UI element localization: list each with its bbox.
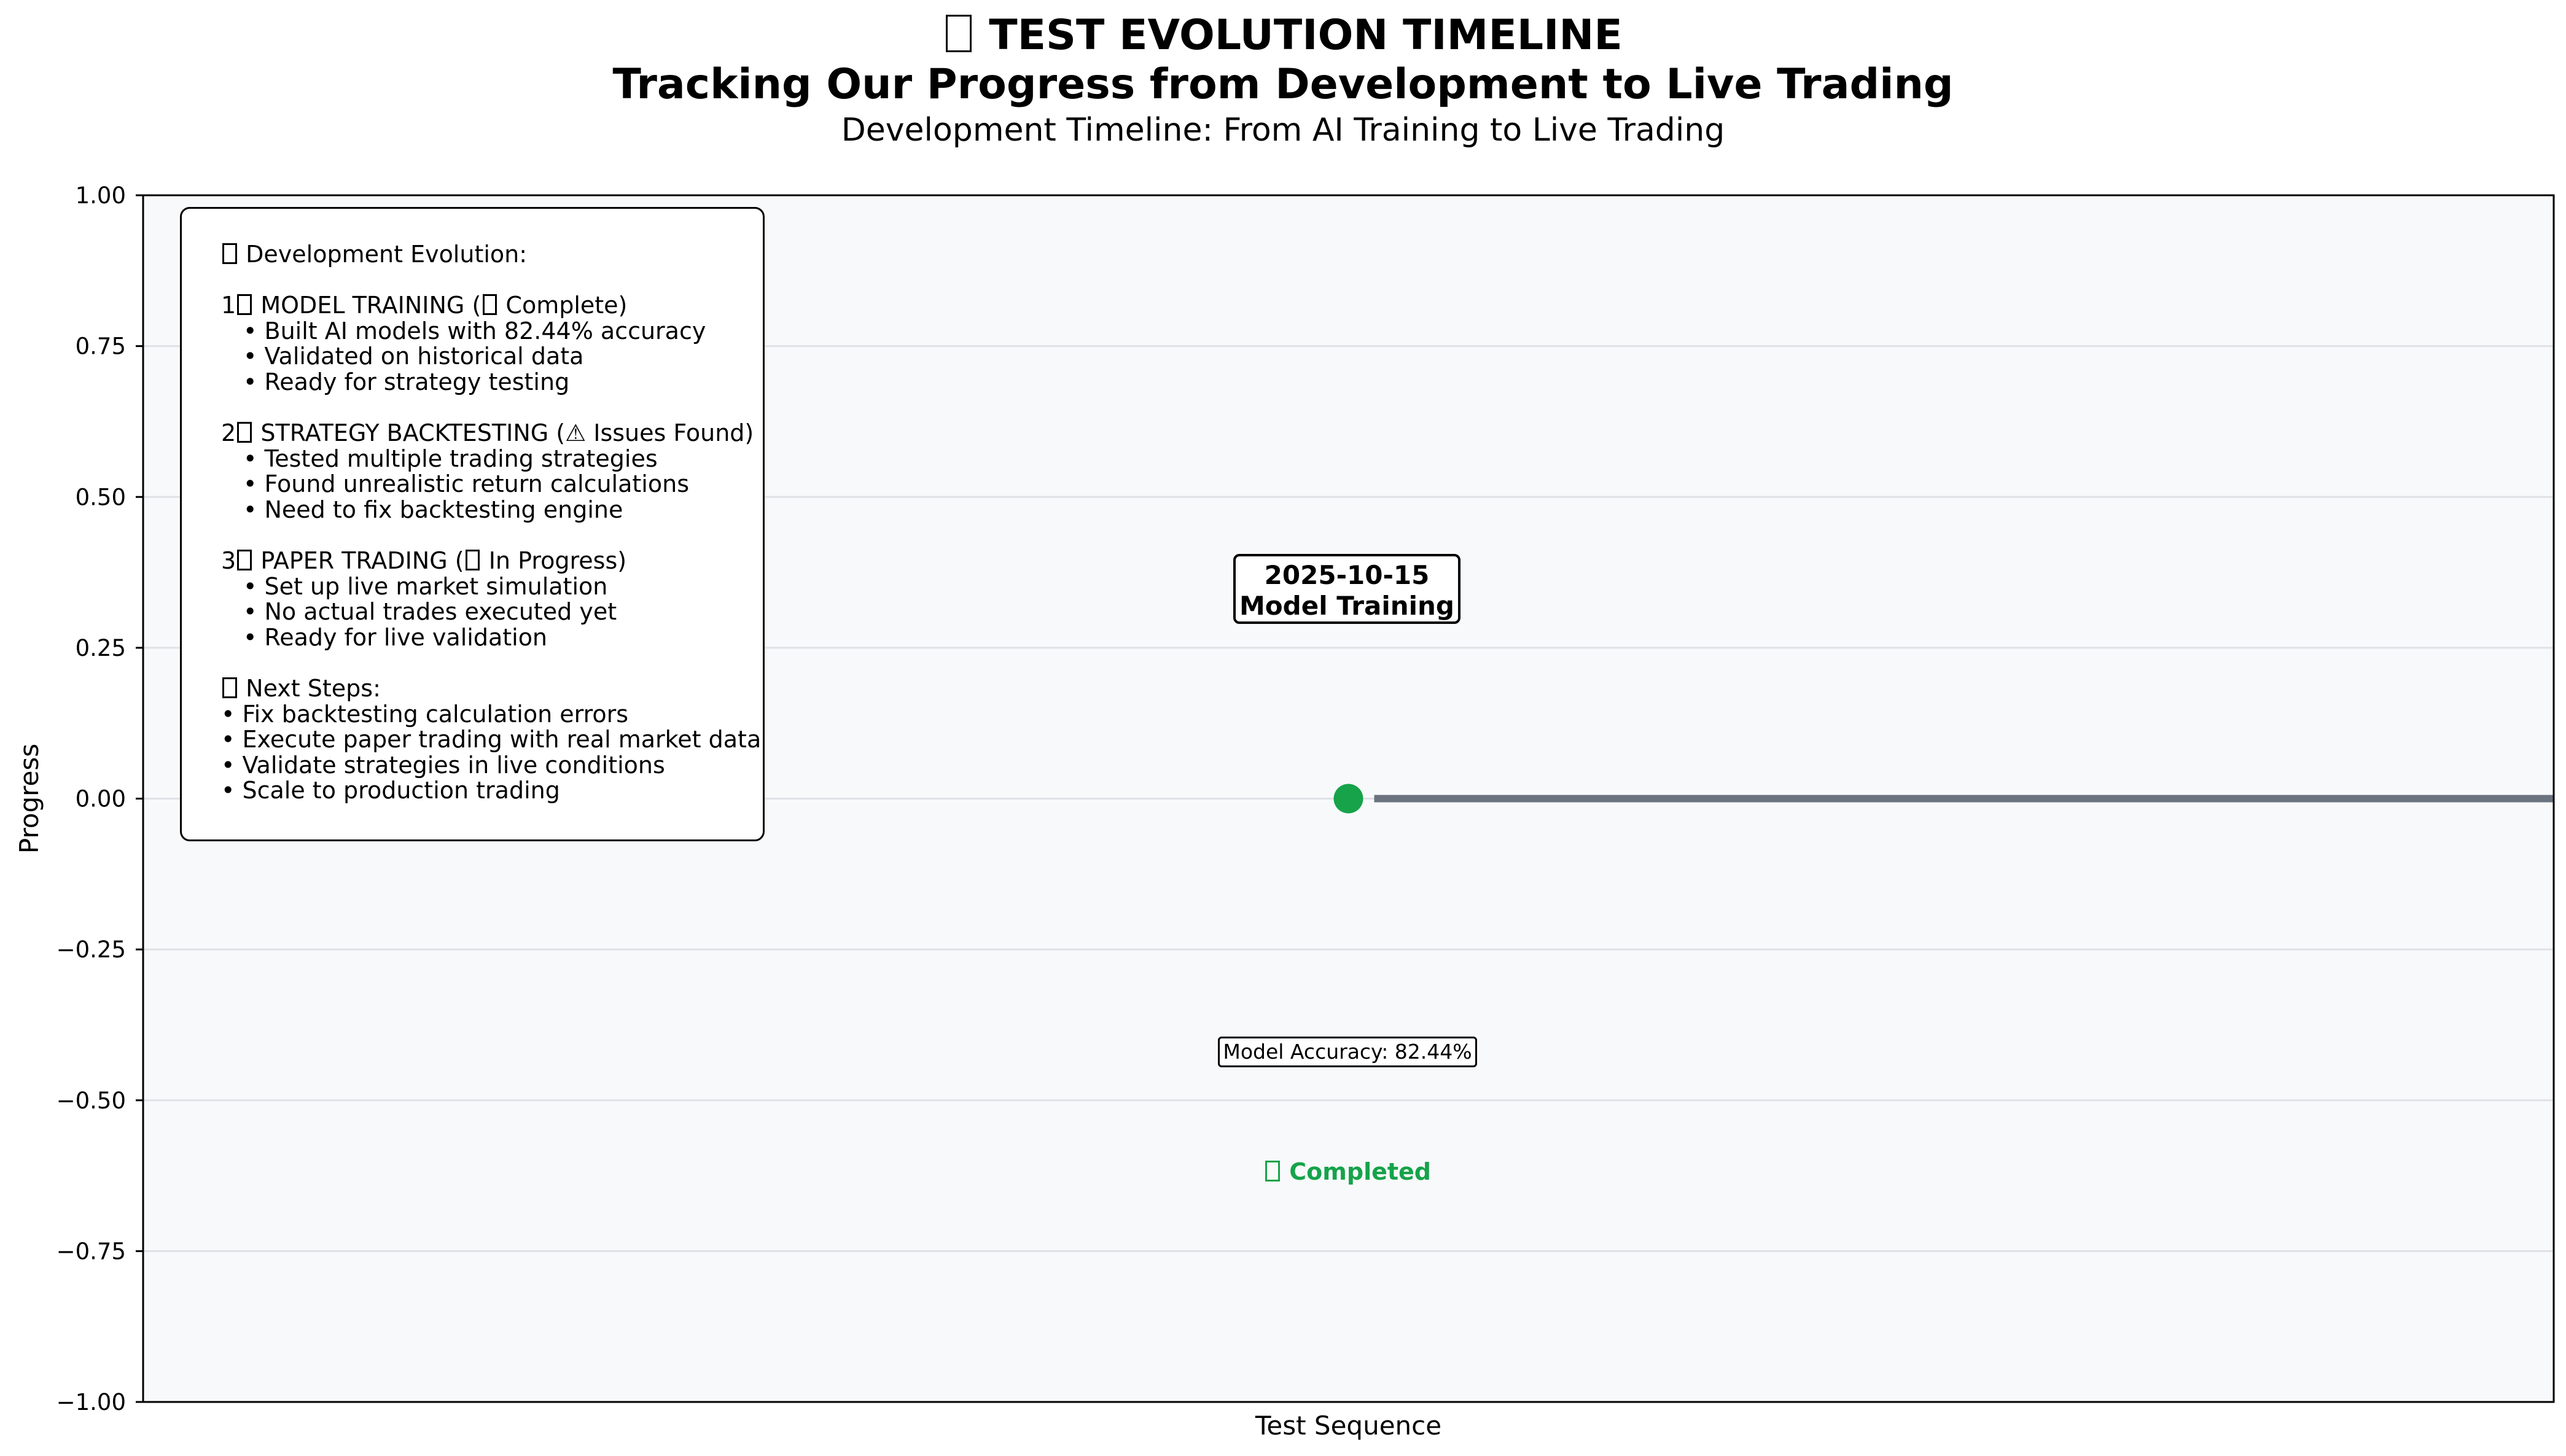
y-tick-label: 0.75 xyxy=(76,333,126,360)
development-evolution-box: Development Evolution: 1 MODEL TRAINING (… xyxy=(180,207,765,841)
y-tick-label: −0.75 xyxy=(57,1238,126,1264)
status-emoji-icon xyxy=(1265,1160,1280,1182)
info-line: • Validate strategies in live conditions xyxy=(221,751,665,779)
info-line: • Built AI models with 82.44% accuracy xyxy=(243,317,706,345)
info-line: • Tested multiple trading strategies xyxy=(243,445,658,472)
info-line: • No actual trades executed yet xyxy=(243,598,617,626)
status-text: Completed xyxy=(1289,1158,1432,1185)
milestone-date: 2025-10-15 xyxy=(1264,560,1430,590)
y-tick-label: −0.50 xyxy=(57,1088,126,1114)
y-tick-label: −0.25 xyxy=(57,936,126,963)
y-axis-ticks: 1.00 0.75 0.50 0.25 0.00 −0.25 −0.50 −0.75 −1.00 xyxy=(57,182,143,1415)
info-gap xyxy=(221,268,763,294)
emoji-icon xyxy=(465,549,480,571)
emoji-icon xyxy=(237,294,252,316)
info-line: • Ready for strategy testing xyxy=(243,368,570,395)
info-line: 2 STRATEGY BACKTESTING (⚠ Issues Found) xyxy=(221,419,754,447)
info-line: • Ready for live validation xyxy=(243,623,548,651)
info-line: • Fix backtesting calculation errors xyxy=(221,700,629,728)
milestone-phase: Model Training xyxy=(1239,591,1454,621)
y-tick-label: −1.00 xyxy=(57,1389,126,1415)
emoji-icon xyxy=(237,422,252,443)
status-annotation: Completed xyxy=(1163,1157,1532,1186)
info-line: • Need to fix backtesting engine xyxy=(243,496,623,523)
info-line: • Found unrealistic return calculations xyxy=(243,470,689,498)
info-gap xyxy=(221,395,763,421)
info-line: Development Evolution: xyxy=(221,241,763,268)
info-gap xyxy=(221,651,763,677)
x-axis-label: Test Sequence xyxy=(1255,1411,1441,1441)
info-line: Next Steps: xyxy=(221,675,763,702)
info-line: 3 PAPER TRADING ( In Progress) xyxy=(221,547,627,575)
y-tick-label: 0.50 xyxy=(76,484,126,510)
info-line: • Execute paper trading with real market… xyxy=(221,726,762,753)
emoji-icon xyxy=(482,294,497,316)
info-line: 1 MODEL TRAINING ( Complete) xyxy=(221,292,628,319)
y-axis-label: Progress xyxy=(14,744,44,854)
y-tick-label: 0.00 xyxy=(76,786,126,812)
milestone-point[interactable] xyxy=(1333,784,1363,814)
metric-annotation: Model Accuracy: 82.44% xyxy=(1218,1037,1477,1067)
info-line: • Scale to production trading xyxy=(221,777,560,804)
emoji-icon xyxy=(222,243,237,265)
emoji-icon xyxy=(237,549,252,571)
milestone-label: 2025-10-15 Model Training xyxy=(1233,554,1460,624)
info-line: • Validated on historical data xyxy=(243,343,584,370)
info-gap xyxy=(221,523,763,549)
emoji-icon xyxy=(222,677,237,699)
info-line: • Set up live market simulation xyxy=(243,572,608,600)
y-tick-label: 0.25 xyxy=(76,635,126,661)
y-tick-label: 1.00 xyxy=(76,182,126,209)
